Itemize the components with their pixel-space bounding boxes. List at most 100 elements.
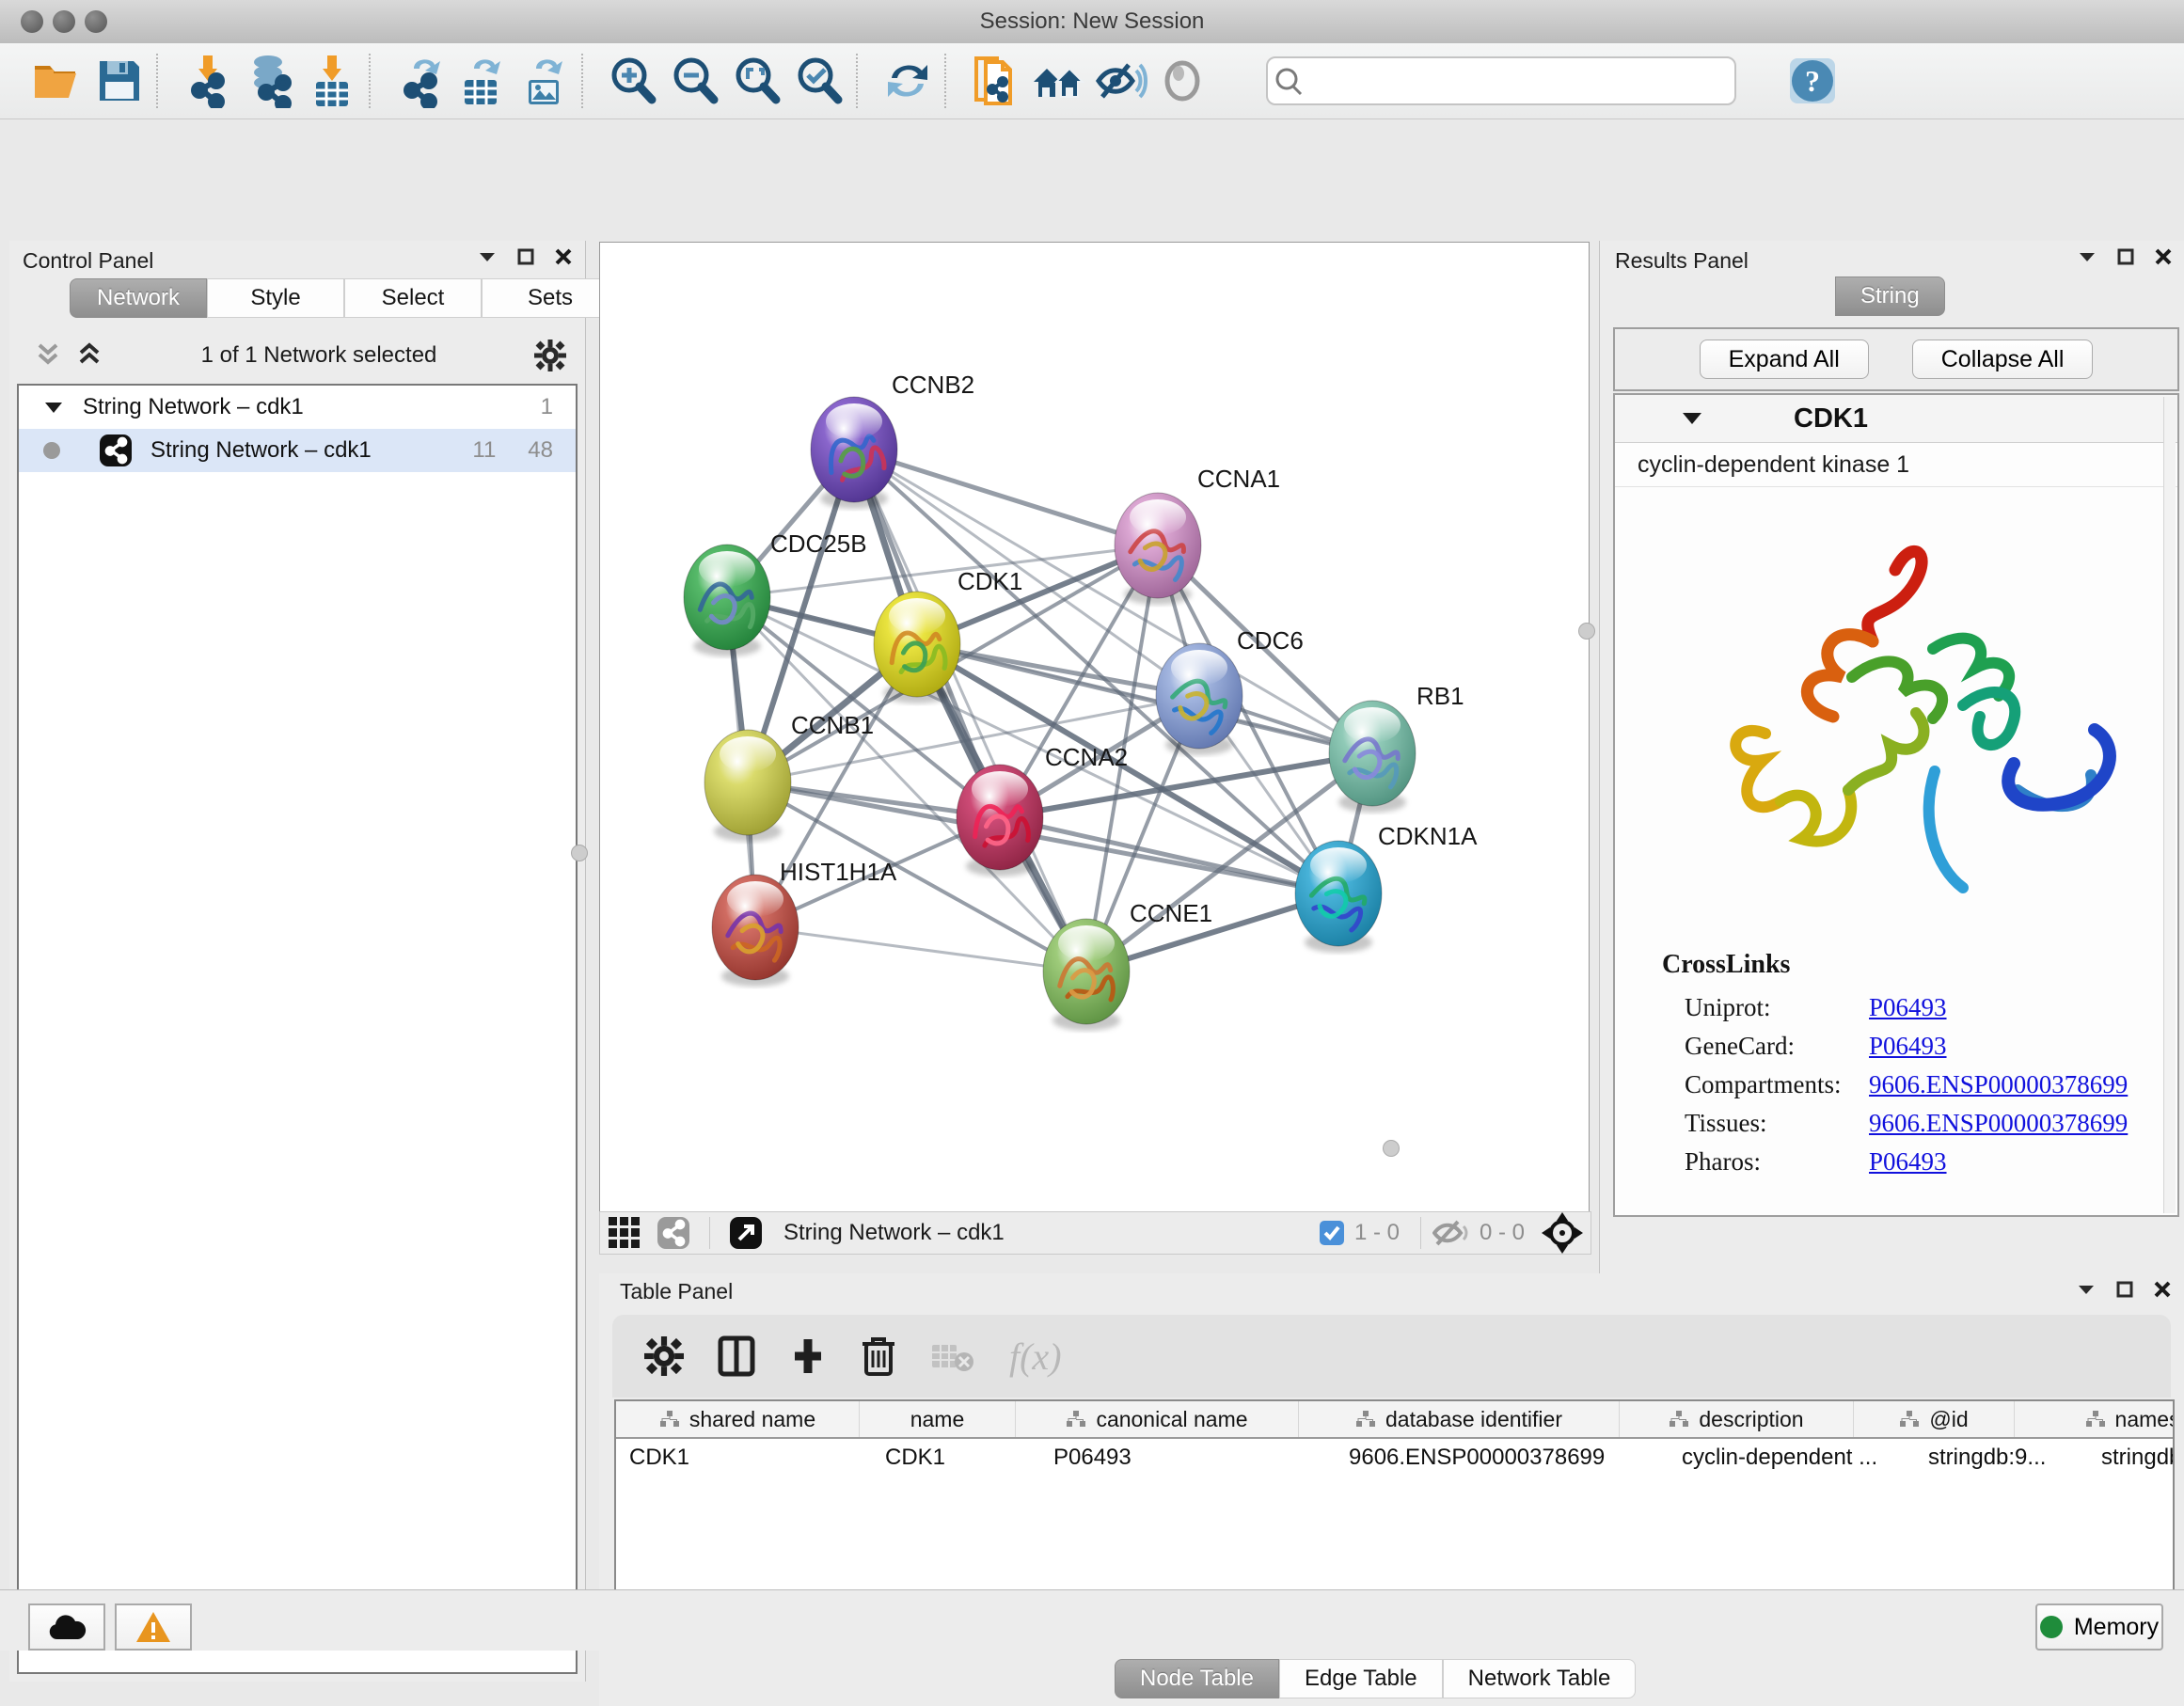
- export-table-icon[interactable]: [451, 51, 514, 111]
- memory-button[interactable]: Memory: [2035, 1603, 2163, 1651]
- network-node-CCNB2[interactable]: CCNB2: [811, 371, 974, 509]
- network-node-RB1[interactable]: RB1: [1329, 682, 1464, 813]
- search-input[interactable]: [1309, 61, 1734, 101]
- column-header-description[interactable]: description: [1620, 1401, 1854, 1437]
- column-header-database-identifier[interactable]: database identifier: [1299, 1401, 1620, 1437]
- tab-network[interactable]: Network: [70, 278, 207, 318]
- network-row[interactable]: String Network – cdk1 11 48: [19, 429, 576, 472]
- close-panel-icon[interactable]: [555, 248, 572, 265]
- network-edge[interactable]: [755, 927, 1086, 971]
- network-node-CDC6[interactable]: CDC6: [1156, 626, 1304, 755]
- network-collection-row[interactable]: String Network – cdk1 1: [19, 386, 576, 429]
- hide-glass-eye-icon[interactable]: [1089, 51, 1151, 111]
- export-network-icon[interactable]: [389, 51, 451, 111]
- cloud-button[interactable]: [28, 1603, 105, 1651]
- expand-all-button[interactable]: Expand All: [1700, 340, 1869, 379]
- crosslink-link[interactable]: 9606.ENSP00000378699: [1869, 1070, 2128, 1099]
- zoom-selected-icon[interactable]: [788, 51, 850, 111]
- table-cell[interactable]: cyclin-dependent ...: [1669, 1439, 1915, 1477]
- table-cell[interactable]: CDK1: [872, 1439, 1040, 1477]
- crosslink-link[interactable]: P06493: [1869, 1032, 1947, 1061]
- zoom-fit-icon[interactable]: [726, 51, 788, 111]
- column-header-namespace[interactable]: namespace: [2015, 1401, 2175, 1437]
- collapse-all-chevron-icon[interactable]: [34, 341, 62, 370]
- network-node-CDKN1A[interactable]: CDKN1A: [1295, 822, 1478, 953]
- network-edge[interactable]: [854, 450, 1086, 971]
- open-session-icon[interactable]: [26, 51, 88, 111]
- refresh-layout-icon[interactable]: [877, 51, 939, 111]
- delete-column-icon[interactable]: [861, 1335, 896, 1378]
- show-columns-icon[interactable]: [718, 1335, 755, 1377]
- collapse-all-button[interactable]: Collapse All: [1912, 340, 2094, 379]
- table-cell[interactable]: CDK1: [616, 1439, 872, 1477]
- network-options-gear-icon[interactable]: [534, 340, 566, 371]
- crosslink-link[interactable]: P06493: [1869, 1147, 1947, 1177]
- zoom-in-icon[interactable]: [602, 51, 664, 111]
- float-panel-icon[interactable]: [2117, 248, 2134, 265]
- collection-count: 1: [541, 394, 553, 420]
- help-icon[interactable]: ?: [1781, 51, 1844, 111]
- bottom-splitter-handle[interactable]: [1383, 1140, 1400, 1157]
- float-menu-icon[interactable]: [2077, 1283, 2096, 1296]
- network-node-HIST1H1A[interactable]: HIST1H1A: [712, 858, 897, 987]
- left-splitter-handle[interactable]: [571, 845, 588, 861]
- import-table-icon[interactable]: [301, 51, 363, 111]
- open-in-browser-icon[interactable]: [721, 1203, 770, 1263]
- table-cell[interactable]: 9606.ENSP00000378699: [1336, 1439, 1669, 1477]
- float-panel-icon[interactable]: [517, 248, 534, 265]
- export-image-icon[interactable]: [514, 51, 576, 111]
- right-splitter-handle[interactable]: [1578, 623, 1595, 640]
- network-edge[interactable]: [854, 450, 1158, 545]
- network-share-toggle-icon[interactable]: [649, 1203, 698, 1263]
- tab-edge-table[interactable]: Edge Table: [1279, 1659, 1443, 1698]
- table-cell[interactable]: stringdb:9...: [1915, 1439, 2088, 1477]
- column-header-@id[interactable]: @id: [1854, 1401, 2015, 1437]
- table-cell[interactable]: P06493: [1040, 1439, 1336, 1477]
- close-panel-icon[interactable]: [2155, 248, 2172, 265]
- string-home-icon[interactable]: [1027, 51, 1089, 111]
- tab-network-table[interactable]: Network Table: [1443, 1659, 1637, 1698]
- birdseye-grid-icon[interactable]: [600, 1203, 649, 1263]
- column-header-canonical-name[interactable]: canonical name: [1016, 1401, 1299, 1437]
- column-header-name[interactable]: name: [860, 1401, 1016, 1437]
- float-menu-icon[interactable]: [478, 250, 497, 263]
- protein-collapse-triangle-icon[interactable]: [1681, 410, 1703, 427]
- save-session-icon[interactable]: [88, 51, 150, 111]
- network-view-canvas[interactable]: CCNB2CCNA1CDC25BCDK1CDC6RB1CCNB1CCNA2CDK…: [599, 242, 1590, 1212]
- table-settings-gear-icon[interactable]: [644, 1336, 684, 1376]
- crosslinks-title: CrossLinks: [1662, 950, 2149, 980]
- tab-string[interactable]: String: [1835, 276, 1945, 316]
- table-cell[interactable]: stringdb: [2088, 1439, 2175, 1477]
- zoom-out-icon[interactable]: [664, 51, 726, 111]
- crosslink-link[interactable]: P06493: [1869, 993, 1947, 1022]
- close-panel-icon[interactable]: [2154, 1281, 2171, 1298]
- network-edge[interactable]: [1000, 817, 1338, 893]
- table-row[interactable]: CDK1CDK1P064939606.ENSP00000378699cyclin…: [616, 1439, 2173, 1477]
- add-column-icon[interactable]: [789, 1335, 827, 1377]
- tab-select[interactable]: Select: [344, 278, 482, 318]
- tab-style[interactable]: Style: [207, 278, 344, 318]
- network-node-CCNE1[interactable]: CCNE1: [1043, 899, 1212, 1031]
- share-document-icon[interactable]: [965, 51, 1027, 111]
- network-node-CCNB1[interactable]: CCNB1: [704, 711, 874, 842]
- selected-checkbox-icon[interactable]: [1319, 1220, 1345, 1246]
- expand-all-chevron-icon[interactable]: [75, 341, 103, 370]
- hidden-eye-slash-icon[interactable]: [1432, 1219, 1470, 1247]
- float-panel-icon[interactable]: [2116, 1281, 2133, 1298]
- float-menu-icon[interactable]: [2078, 250, 2097, 263]
- crosslinks-section: CrossLinks Uniprot:P06493GeneCard:P06493…: [1662, 950, 2149, 1186]
- warnings-button[interactable]: [115, 1603, 192, 1651]
- column-header-shared-name[interactable]: shared name: [616, 1401, 860, 1437]
- gray-eye-icon[interactable]: [1151, 51, 1213, 111]
- collection-expand-triangle-icon[interactable]: [43, 400, 64, 415]
- import-network-file-icon[interactable]: [177, 51, 239, 111]
- search-box[interactable]: [1266, 56, 1736, 105]
- network-node-CCNA2[interactable]: CCNA2: [957, 743, 1128, 877]
- string-network-graph[interactable]: CCNB2CCNA1CDC25BCDK1CDC6RB1CCNB1CCNA2CDK…: [600, 243, 1589, 1211]
- results-scrollbar[interactable]: [2163, 397, 2176, 1213]
- fit-selected-crosshair-icon[interactable]: [1534, 1203, 1591, 1263]
- protein-result-card: CDK1 cyclin-dependent kinase 1: [1613, 393, 2179, 1217]
- import-network-database-icon[interactable]: [239, 51, 301, 111]
- crosslink-link[interactable]: 9606.ENSP00000378699: [1869, 1109, 2128, 1138]
- tab-node-table[interactable]: Node Table: [1115, 1659, 1279, 1698]
